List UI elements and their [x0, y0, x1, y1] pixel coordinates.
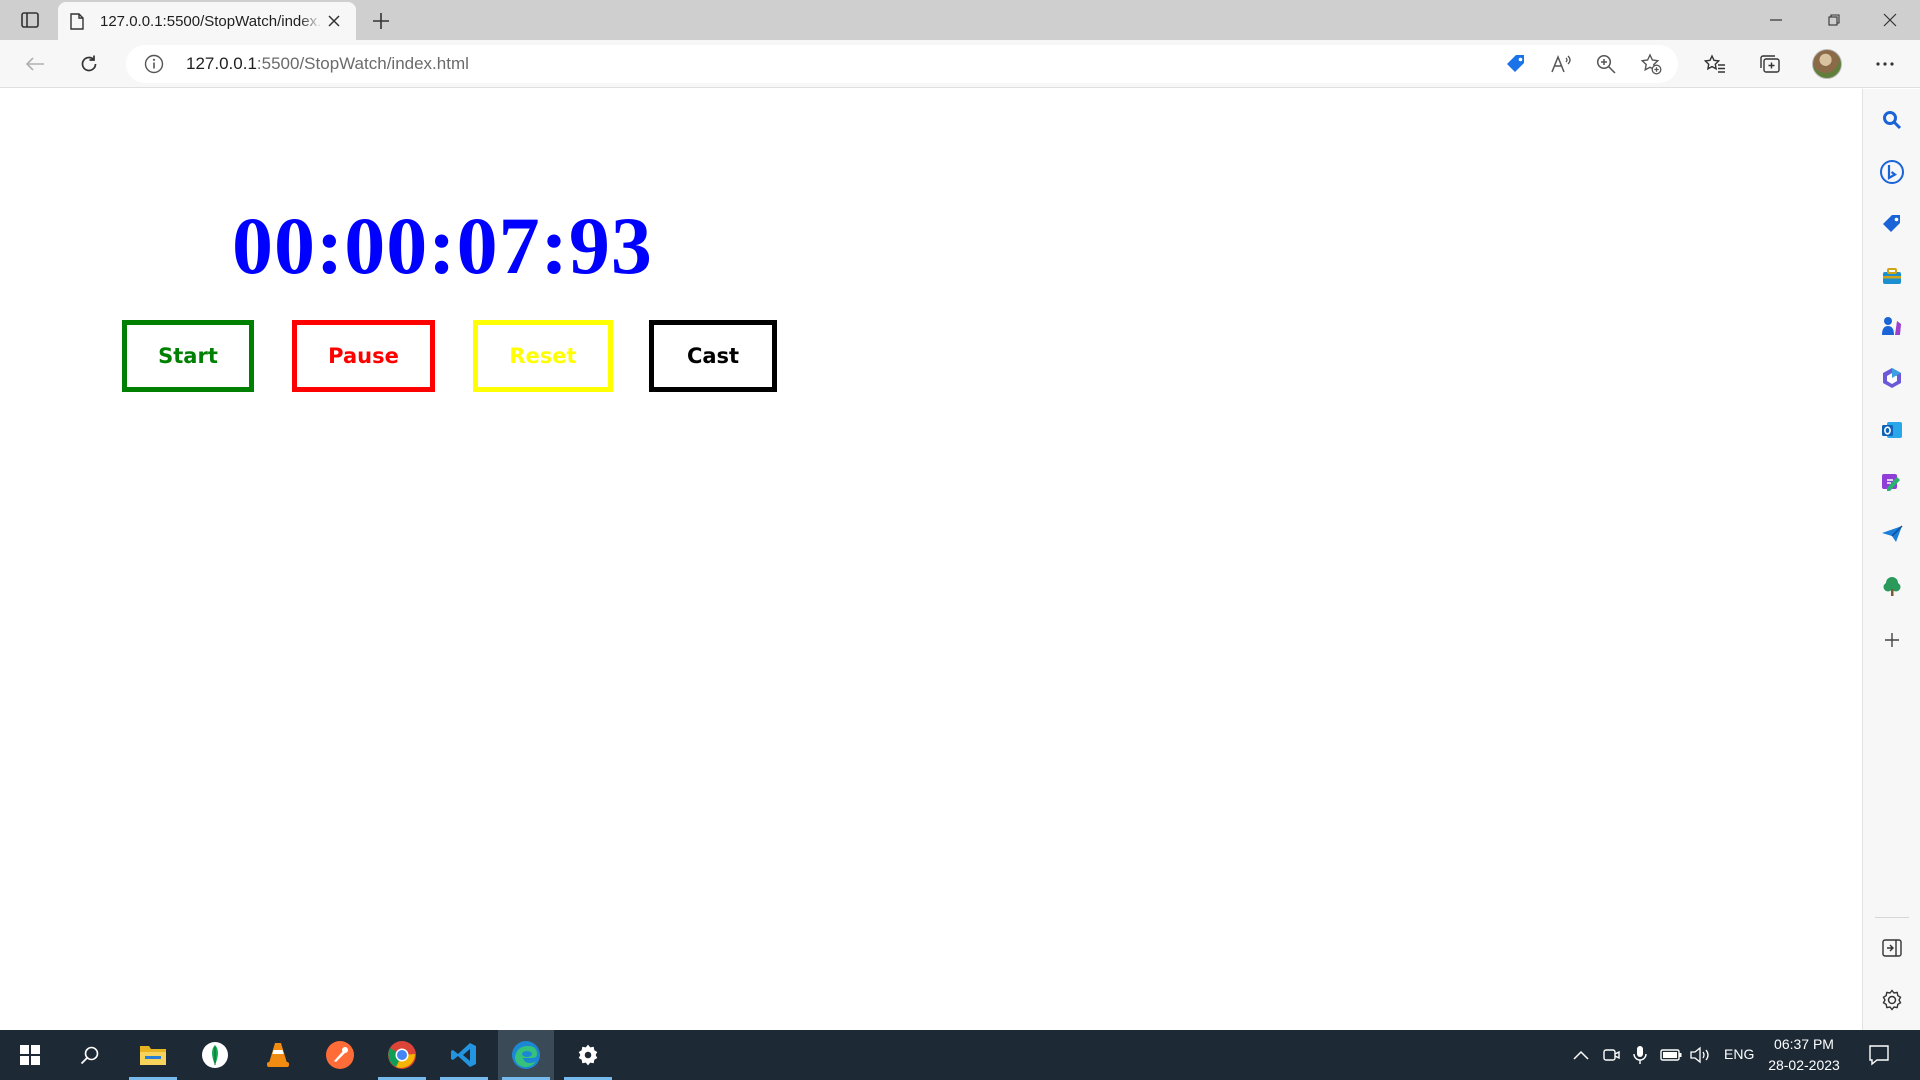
page-content: 00:00:07:93 Start Pause Reset Cast: [0, 89, 1862, 1030]
search-icon[interactable]: [1879, 107, 1905, 133]
chrome-icon[interactable]: [374, 1030, 430, 1080]
reset-button[interactable]: Reset: [473, 320, 613, 392]
postman-icon[interactable]: [312, 1030, 368, 1080]
stopwatch-display: 00:00:07:93: [232, 200, 653, 291]
favorites-icon[interactable]: [1698, 48, 1732, 80]
url-text: 127.0.0.1:5500/StopWatch/index.html: [186, 54, 469, 74]
designer-icon[interactable]: [1879, 469, 1905, 495]
browser-tab[interactable]: 127.0.0.1:5500/StopWatch/index.html: [58, 2, 356, 40]
zoom-icon[interactable]: [1592, 51, 1620, 77]
language-indicator[interactable]: ENG: [1724, 1046, 1754, 1062]
restore-icon[interactable]: [1806, 0, 1862, 40]
tab-actions-icon[interactable]: [14, 7, 46, 33]
microphone-icon[interactable]: [1629, 1044, 1651, 1066]
vlc-icon[interactable]: [250, 1030, 306, 1080]
address-bar[interactable]: 127.0.0.1:5500/StopWatch/index.html: [126, 45, 1678, 83]
games-icon[interactable]: [1879, 313, 1905, 339]
close-icon[interactable]: [1862, 0, 1918, 40]
shopping-tag-icon[interactable]: [1502, 51, 1530, 77]
add-favorite-icon[interactable]: [1637, 51, 1665, 77]
settings-icon[interactable]: [1879, 987, 1905, 1013]
refresh-icon[interactable]: [72, 48, 106, 80]
office-icon[interactable]: [1879, 365, 1905, 391]
settings-icon[interactable]: [560, 1030, 616, 1080]
vscode-icon[interactable]: [436, 1030, 492, 1080]
camera-icon[interactable]: [1600, 1044, 1622, 1066]
tree-icon[interactable]: [1879, 573, 1905, 599]
search-icon[interactable]: [62, 1030, 118, 1080]
page-icon: [70, 12, 88, 30]
file-explorer-icon[interactable]: [125, 1030, 181, 1080]
tab-title: 127.0.0.1:5500/StopWatch/index.html: [100, 12, 322, 30]
windows-start-icon[interactable]: [2, 1030, 58, 1080]
sidebar-divider: [1875, 917, 1909, 918]
info-icon[interactable]: [144, 54, 164, 74]
close-icon[interactable]: [324, 11, 344, 31]
hide-sidebar-icon[interactable]: [1879, 935, 1905, 961]
cast-button[interactable]: Cast: [649, 320, 777, 392]
chevron-up-icon[interactable]: [1570, 1044, 1592, 1066]
start-button[interactable]: Start: [122, 320, 254, 392]
collections-icon[interactable]: [1753, 48, 1787, 80]
more-icon[interactable]: [1868, 48, 1902, 80]
url-path: :5500/StopWatch/index.html: [256, 54, 469, 73]
bing-icon[interactable]: [1879, 159, 1905, 185]
minimize-icon[interactable]: [1748, 0, 1804, 40]
tools-icon[interactable]: [1879, 263, 1905, 289]
taskbar: ENG 06:37 PM 28-02-2023: [0, 1030, 1920, 1080]
back-arrow-icon[interactable]: [18, 48, 52, 80]
shopping-icon[interactable]: [1879, 211, 1905, 237]
drop-icon[interactable]: [1879, 521, 1905, 547]
taskbar-clock[interactable]: 06:37 PM 28-02-2023: [1762, 1034, 1846, 1076]
url-host: 127.0.0.1: [186, 54, 257, 73]
add-icon[interactable]: [1879, 627, 1905, 653]
clock-time: 06:37 PM: [1774, 1036, 1834, 1052]
volume-icon[interactable]: [1689, 1044, 1711, 1066]
mongodb-icon[interactable]: [187, 1030, 243, 1080]
profile-avatar[interactable]: [1812, 49, 1842, 79]
pause-button[interactable]: Pause: [292, 320, 435, 392]
outlook-icon[interactable]: [1879, 417, 1905, 443]
read-aloud-icon[interactable]: [1547, 51, 1575, 77]
browser-toolbar: 127.0.0.1:5500/StopWatch/index.html: [0, 40, 1920, 88]
edge-sidebar: [1862, 89, 1920, 1030]
plus-icon[interactable]: [368, 8, 394, 34]
battery-icon[interactable]: [1660, 1044, 1682, 1066]
clock-date: 28-02-2023: [1768, 1057, 1840, 1073]
notification-icon[interactable]: [1866, 1042, 1892, 1068]
edge-icon[interactable]: [498, 1030, 554, 1080]
tab-strip: 127.0.0.1:5500/StopWatch/index.html: [0, 0, 1920, 40]
